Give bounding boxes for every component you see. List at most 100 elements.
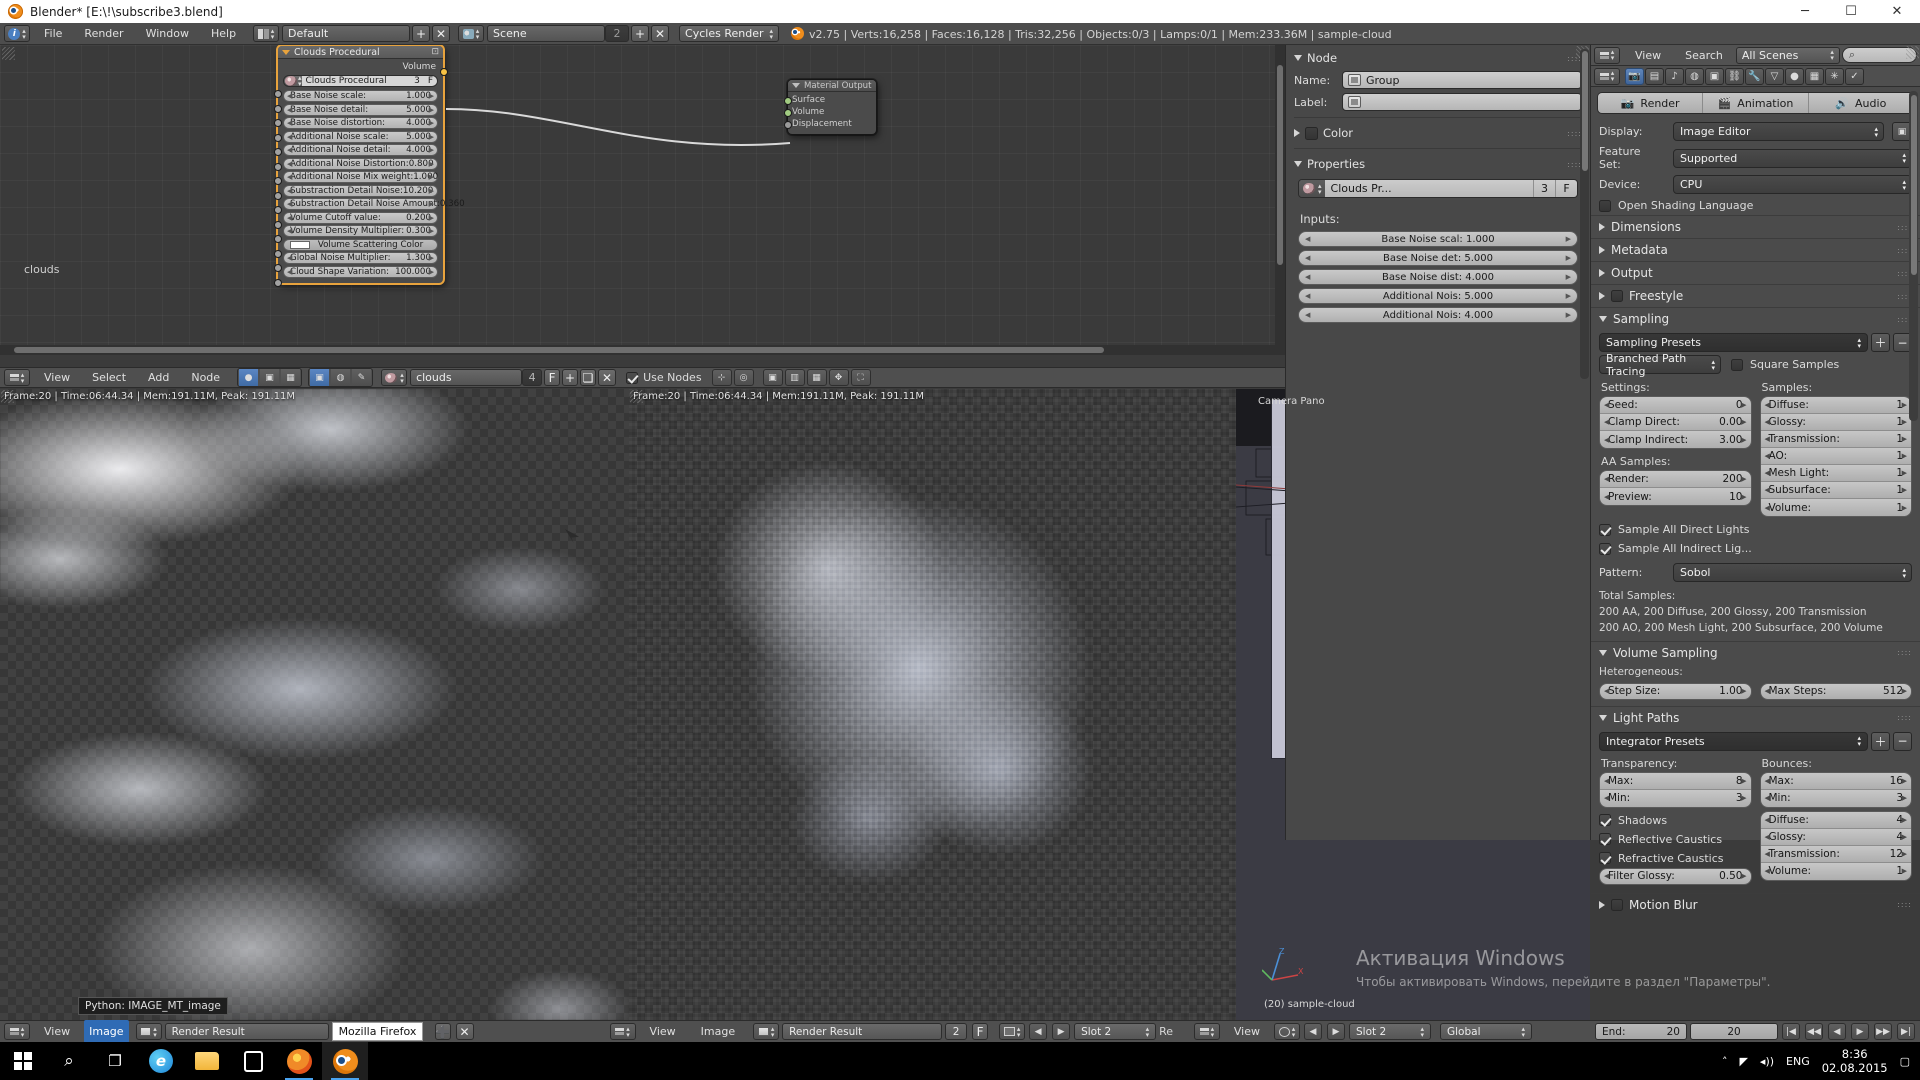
- maximize-button[interactable]: ☐: [1828, 0, 1874, 23]
- tab-data-mesh-icon[interactable]: ▽: [1765, 67, 1784, 85]
- increment-arrow-icon[interactable]: ▶: [1741, 493, 1746, 501]
- triangle-right-icon[interactable]: [1599, 292, 1605, 300]
- color-enable-checkbox[interactable]: [1305, 126, 1318, 140]
- node-input-row[interactable]: ◀ Base Noise scale: 1.000 ▶: [283, 90, 438, 102]
- decrement-arrow-icon[interactable]: ◀: [1305, 254, 1310, 262]
- node-input-row[interactable]: ◀ Volume Cutoff value: 0.200 ▶: [283, 211, 438, 224]
- add-integrator-preset-button[interactable]: ＋: [1871, 731, 1890, 751]
- node-header[interactable]: Material Output: [788, 80, 876, 92]
- node-input-row[interactable]: ◀ Volume Density Multiplier: 0.300 ▶: [283, 225, 438, 237]
- image-datablock-icon-left[interactable]: ▴ ▾: [135, 1023, 162, 1040]
- number-field[interactable]: ◀ Glossy: 1 ▶: [1760, 414, 1911, 431]
- copy-material-button[interactable]: ❏: [580, 369, 597, 386]
- image-left-menu-image[interactable]: Image: [84, 1020, 129, 1043]
- decrement-arrow-icon[interactable]: ◀: [287, 268, 292, 276]
- number-field[interactable]: ◀ Clamp Indirect: 3.00 ▶: [1600, 431, 1751, 448]
- tab-scene-icon[interactable]: ♪: [1665, 67, 1684, 85]
- decrement-arrow-icon[interactable]: ◀: [1765, 794, 1770, 802]
- transform-orientation-selector[interactable]: Global ▴ ▾: [1440, 1023, 1532, 1040]
- render-slot-selector-mid[interactable]: Slot 2 ▴ ▾: [1074, 1023, 1157, 1040]
- delete-screen-layout-button[interactable]: ✕: [432, 25, 451, 42]
- node-input-row[interactable]: ◀ Additional Noise Mix weight: 1.000 ▶: [283, 171, 438, 183]
- editor-type-selector-node[interactable]: ▴ ▾: [4, 369, 30, 386]
- decrement-arrow-icon[interactable]: ◀: [1765, 687, 1770, 695]
- shader-type-texture-icon[interactable]: ▦: [281, 369, 301, 386]
- increment-arrow-icon[interactable]: ▶: [1902, 486, 1907, 494]
- node-input-field[interactable]: ◀ Base Noise scal: 1.000 ▶: [1298, 231, 1578, 247]
- step-size-field[interactable]: ◀ Step Size: 1.00 ▶: [1599, 682, 1752, 700]
- image-fake-user-mid[interactable]: F: [972, 1023, 989, 1040]
- group-fake-user-button[interactable]: F: [1555, 180, 1577, 197]
- increment-arrow-icon[interactable]: ▶: [1902, 418, 1907, 426]
- decrement-arrow-icon[interactable]: ◀: [1765, 816, 1770, 824]
- language-indicator[interactable]: ENG: [1786, 1055, 1810, 1068]
- remove-integrator-preset-button[interactable]: −: [1893, 731, 1912, 751]
- display-dropdown[interactable]: Image Editor ▴ ▾: [1673, 122, 1884, 141]
- node-editor-horizontal-scrollbar[interactable]: [0, 345, 1285, 355]
- image-datablock-name-mid[interactable]: Render Result: [782, 1023, 943, 1040]
- sample-all-indirect-row[interactable]: Sample All Indirect Lig...: [1591, 539, 1920, 558]
- sampling-presets-dropdown[interactable]: Sampling Presets ▴ ▾: [1599, 333, 1868, 352]
- device-dropdown[interactable]: CPU ▴ ▾: [1673, 175, 1912, 194]
- node-options-icon[interactable]: ⊡: [431, 47, 439, 57]
- render-engine-selector[interactable]: Cycles Render ▴ ▾: [679, 25, 780, 42]
- context-brush-icon[interactable]: ✎: [352, 369, 372, 386]
- increment-arrow-icon[interactable]: ▶: [429, 146, 434, 154]
- render-image-button[interactable]: 📷 Render: [1598, 93, 1704, 113]
- sample-all-direct-row[interactable]: Sample All Direct Lights: [1591, 520, 1920, 539]
- node-input-row[interactable]: ◀ Additional Noise detail: 4.000 ▶: [283, 144, 438, 156]
- decrement-arrow-icon[interactable]: ◀: [1604, 418, 1609, 426]
- add-screen-layout-button[interactable]: +: [412, 25, 431, 42]
- increment-arrow-icon[interactable]: ▶: [1902, 833, 1907, 841]
- editor-type-selector-image-mid[interactable]: ▴ ▾: [609, 1023, 636, 1040]
- editor-type-selector-properties[interactable]: ▴ ▾: [1594, 46, 1620, 64]
- decrement-arrow-icon[interactable]: ◀: [1604, 687, 1609, 695]
- task-view-icon[interactable]: ❐: [92, 1042, 138, 1080]
- proportional-icon[interactable]: ◎: [733, 369, 754, 386]
- unlink-image-button-left[interactable]: ✕: [455, 1023, 474, 1040]
- increment-arrow-icon[interactable]: ▶: [429, 133, 434, 141]
- output-socket-volume[interactable]: [439, 68, 448, 76]
- input-socket-displacement[interactable]: [783, 121, 792, 129]
- triangle-down-icon[interactable]: [1294, 161, 1302, 167]
- decrement-arrow-icon[interactable]: ◀: [1305, 235, 1310, 243]
- decrement-arrow-icon[interactable]: ◀: [1765, 833, 1770, 841]
- node-input-row[interactable]: ◀ Cloud Shape Variation: 100.000 ▶: [283, 265, 438, 278]
- clock[interactable]: 8:36 02.08.2015: [1822, 1047, 1888, 1076]
- properties-menu-search[interactable]: Search: [1674, 45, 1734, 66]
- node-input-row[interactable]: ◀ Base Noise detail: 5.000 ▶: [283, 103, 438, 116]
- decrement-arrow-icon[interactable]: ◀: [1765, 418, 1770, 426]
- properties-menu-view[interactable]: View: [1624, 45, 1672, 66]
- material-datablock-icon[interactable]: ▴ ▾: [381, 369, 408, 386]
- decrement-arrow-icon[interactable]: ◀: [287, 119, 292, 127]
- tab-constraints-icon[interactable]: ⛓: [1725, 67, 1744, 85]
- number-field[interactable]: ◀ Mesh Light: 1 ▶: [1760, 465, 1911, 482]
- menu-help[interactable]: Help: [200, 23, 247, 44]
- triangle-right-icon[interactable]: [1599, 269, 1605, 277]
- triangle-right-icon[interactable]: [1599, 223, 1605, 231]
- decrement-arrow-icon[interactable]: ◀: [287, 200, 292, 208]
- render-audio-button[interactable]: 🔊 Audio: [1808, 93, 1913, 113]
- increment-arrow-icon[interactable]: ▶: [1902, 435, 1907, 443]
- screen-layout-field[interactable]: Default: [282, 25, 411, 42]
- image-datablock-name-left[interactable]: Render Result: [164, 1023, 329, 1040]
- node-input-row[interactable]: ◀ Additional Noise scale: 5.000 ▶: [283, 130, 438, 143]
- node-editor-vertical-scrollbar[interactable]: [1275, 45, 1285, 345]
- shader-type-world-icon[interactable]: ▣: [260, 369, 280, 386]
- panel-metadata[interactable]: Metadata ::::: [1591, 238, 1920, 261]
- input-socket[interactable]: [273, 133, 282, 142]
- node-input-field[interactable]: ◀ Additional Nois: 5.000 ▶: [1298, 288, 1578, 304]
- editor-type-selector-image-left[interactable]: ▴ ▾: [4, 1023, 30, 1040]
- input-socket[interactable]: [273, 191, 282, 200]
- decrement-arrow-icon[interactable]: ◀: [1765, 469, 1770, 477]
- increment-arrow-icon[interactable]: ▶: [1741, 401, 1746, 409]
- prev-keyframe-icon[interactable]: ◀◀: [1805, 1023, 1823, 1040]
- tab-modifiers-wrench-icon[interactable]: 🔧: [1745, 67, 1764, 85]
- reflective-caustics-checkbox[interactable]: [1599, 833, 1611, 846]
- increment-arrow-icon[interactable]: ▶: [429, 173, 434, 181]
- increment-arrow-icon[interactable]: ▶: [429, 268, 434, 276]
- context-selector[interactable]: ▴ ▾: [1594, 67, 1620, 85]
- input-socket[interactable]: [273, 249, 282, 258]
- unlink-material-button[interactable]: ✕: [598, 369, 617, 386]
- increment-arrow-icon[interactable]: ▶: [1566, 273, 1571, 281]
